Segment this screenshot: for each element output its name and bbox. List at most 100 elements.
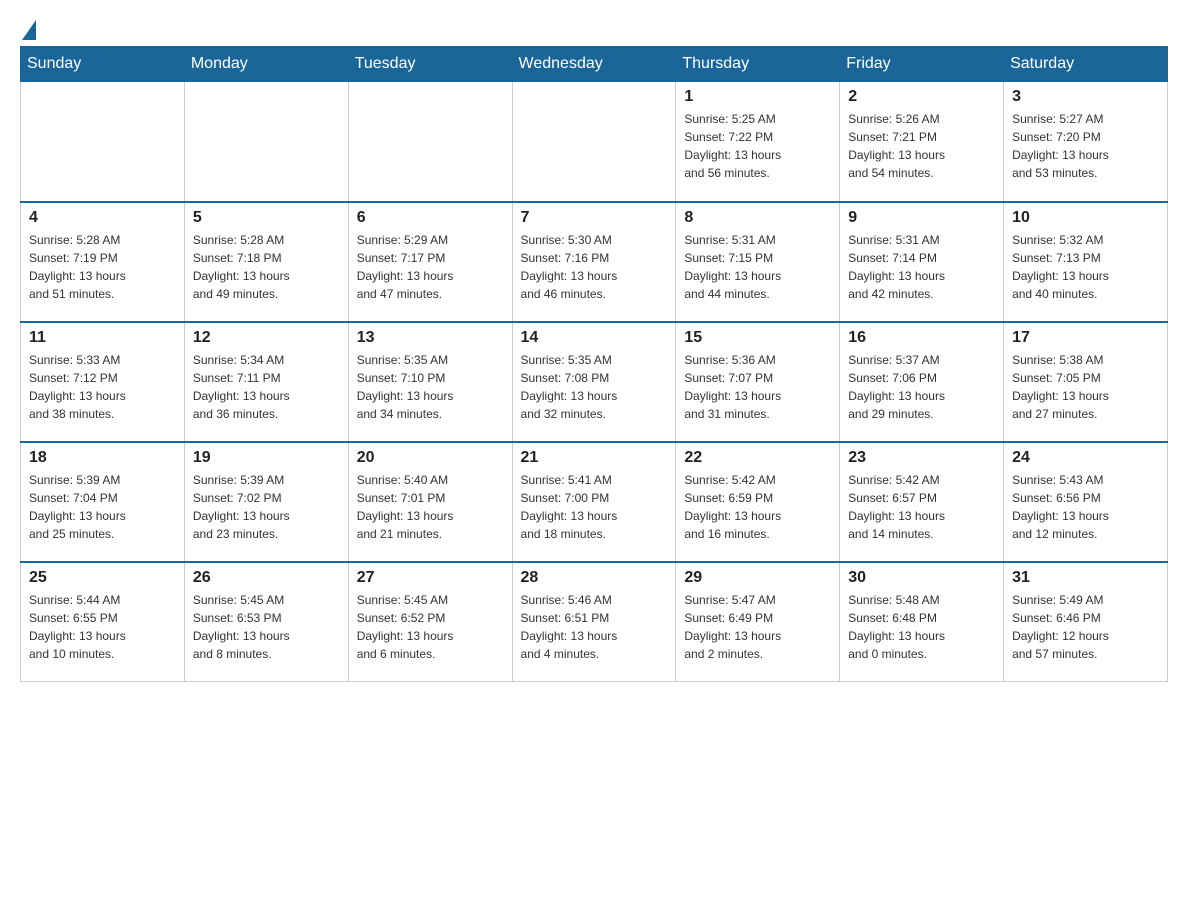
calendar-cell: 16 Sunrise: 5:37 AMSunset: 7:06 PMDayligh…	[840, 322, 1004, 442]
calendar-cell: 10 Sunrise: 5:32 AMSunset: 7:13 PMDayligh…	[1004, 202, 1168, 322]
calendar-cell	[184, 82, 348, 202]
calendar-cell: 14 Sunrise: 5:35 AMSunset: 7:08 PMDayligh…	[512, 322, 676, 442]
day-info: Sunrise: 5:45 AMSunset: 6:53 PMDaylight:…	[193, 591, 340, 663]
header-saturday: Saturday	[1004, 47, 1168, 82]
day-number: 26	[193, 569, 340, 587]
header-thursday: Thursday	[676, 47, 840, 82]
day-info: Sunrise: 5:33 AMSunset: 7:12 PMDaylight:…	[29, 351, 176, 423]
calendar-cell: 1 Sunrise: 5:25 AMSunset: 7:22 PMDaylight…	[676, 82, 840, 202]
day-info: Sunrise: 5:39 AMSunset: 7:04 PMDaylight:…	[29, 471, 176, 543]
day-number: 8	[684, 209, 831, 227]
day-number: 12	[193, 329, 340, 347]
calendar-cell	[21, 82, 185, 202]
calendar-cell: 27Sunrise: 5:45 AMSunset: 6:52 PMDayligh…	[348, 562, 512, 682]
day-info: Sunrise: 5:43 AMSunset: 6:56 PMDaylight:…	[1012, 471, 1159, 543]
day-number: 13	[357, 329, 504, 347]
day-number: 17	[1012, 329, 1159, 347]
calendar-cell: 25 Sunrise: 5:44 AMSunset: 6:55 PMDayligh…	[21, 562, 185, 682]
calendar-cell: 15Sunrise: 5:36 AMSunset: 7:07 PMDayligh…	[676, 322, 840, 442]
day-number: 31	[1012, 569, 1159, 587]
logo-triangle-icon	[22, 20, 36, 40]
calendar-cell: 20 Sunrise: 5:40 AMSunset: 7:01 PMDayligh…	[348, 442, 512, 562]
calendar-cell: 18 Sunrise: 5:39 AMSunset: 7:04 PMDayligh…	[21, 442, 185, 562]
day-info: Sunrise: 5:39 AMSunset: 7:02 PMDaylight:…	[193, 471, 340, 543]
calendar-cell: 29 Sunrise: 5:47 AMSunset: 6:49 PMDayligh…	[676, 562, 840, 682]
day-number: 6	[357, 209, 504, 227]
header-wednesday: Wednesday	[512, 47, 676, 82]
day-info: Sunrise: 5:25 AMSunset: 7:22 PMDaylight:…	[684, 110, 831, 182]
calendar-cell: 31 Sunrise: 5:49 AMSunset: 6:46 PMDayligh…	[1004, 562, 1168, 682]
day-number: 29	[684, 569, 831, 587]
calendar-week-row: 25 Sunrise: 5:44 AMSunset: 6:55 PMDayligh…	[21, 562, 1168, 682]
calendar-cell: 13Sunrise: 5:35 AMSunset: 7:10 PMDayligh…	[348, 322, 512, 442]
day-info: Sunrise: 5:38 AMSunset: 7:05 PMDaylight:…	[1012, 351, 1159, 423]
calendar-cell: 26 Sunrise: 5:45 AMSunset: 6:53 PMDayligh…	[184, 562, 348, 682]
day-number: 27	[357, 569, 504, 587]
day-number: 16	[848, 329, 995, 347]
day-info: Sunrise: 5:44 AMSunset: 6:55 PMDaylight:…	[29, 591, 176, 663]
day-info: Sunrise: 5:49 AMSunset: 6:46 PMDaylight:…	[1012, 591, 1159, 663]
day-number: 10	[1012, 209, 1159, 227]
day-number: 11	[29, 329, 176, 347]
day-info: Sunrise: 5:35 AMSunset: 7:08 PMDaylight:…	[521, 351, 668, 423]
day-info: Sunrise: 5:37 AMSunset: 7:06 PMDaylight:…	[848, 351, 995, 423]
day-info: Sunrise: 5:36 AMSunset: 7:07 PMDaylight:…	[684, 351, 831, 423]
calendar-cell: 22Sunrise: 5:42 AMSunset: 6:59 PMDayligh…	[676, 442, 840, 562]
day-info: Sunrise: 5:40 AMSunset: 7:01 PMDaylight:…	[357, 471, 504, 543]
day-info: Sunrise: 5:41 AMSunset: 7:00 PMDaylight:…	[521, 471, 668, 543]
day-number: 25	[29, 569, 176, 587]
calendar-cell: 19 Sunrise: 5:39 AMSunset: 7:02 PMDayligh…	[184, 442, 348, 562]
calendar-cell: 28 Sunrise: 5:46 AMSunset: 6:51 PMDayligh…	[512, 562, 676, 682]
header-tuesday: Tuesday	[348, 47, 512, 82]
day-info: Sunrise: 5:31 AMSunset: 7:14 PMDaylight:…	[848, 231, 995, 303]
day-number: 5	[193, 209, 340, 227]
day-info: Sunrise: 5:42 AMSunset: 6:57 PMDaylight:…	[848, 471, 995, 543]
day-number: 24	[1012, 449, 1159, 467]
day-info: Sunrise: 5:48 AMSunset: 6:48 PMDaylight:…	[848, 591, 995, 663]
calendar-week-row: 11 Sunrise: 5:33 AMSunset: 7:12 PMDayligh…	[21, 322, 1168, 442]
day-number: 4	[29, 209, 176, 227]
day-number: 19	[193, 449, 340, 467]
header-friday: Friday	[840, 47, 1004, 82]
calendar-cell: 3Sunrise: 5:27 AMSunset: 7:20 PMDaylight…	[1004, 82, 1168, 202]
calendar-cell: 17 Sunrise: 5:38 AMSunset: 7:05 PMDayligh…	[1004, 322, 1168, 442]
calendar-header-row: SundayMondayTuesdayWednesdayThursdayFrid…	[21, 47, 1168, 82]
day-info: Sunrise: 5:31 AMSunset: 7:15 PMDaylight:…	[684, 231, 831, 303]
calendar-cell: 8 Sunrise: 5:31 AMSunset: 7:15 PMDaylight…	[676, 202, 840, 322]
day-info: Sunrise: 5:34 AMSunset: 7:11 PMDaylight:…	[193, 351, 340, 423]
day-number: 2	[848, 88, 995, 106]
day-number: 7	[521, 209, 668, 227]
day-number: 22	[684, 449, 831, 467]
calendar-cell: 12 Sunrise: 5:34 AMSunset: 7:11 PMDayligh…	[184, 322, 348, 442]
calendar-cell: 2 Sunrise: 5:26 AMSunset: 7:21 PMDaylight…	[840, 82, 1004, 202]
calendar-cell: 5Sunrise: 5:28 AMSunset: 7:18 PMDaylight…	[184, 202, 348, 322]
calendar-week-row: 18 Sunrise: 5:39 AMSunset: 7:04 PMDayligh…	[21, 442, 1168, 562]
day-number: 18	[29, 449, 176, 467]
day-info: Sunrise: 5:32 AMSunset: 7:13 PMDaylight:…	[1012, 231, 1159, 303]
logo	[20, 20, 38, 36]
day-number: 1	[684, 88, 831, 106]
day-info: Sunrise: 5:26 AMSunset: 7:21 PMDaylight:…	[848, 110, 995, 182]
day-info: Sunrise: 5:47 AMSunset: 6:49 PMDaylight:…	[684, 591, 831, 663]
day-number: 3	[1012, 88, 1159, 106]
calendar-cell: 9Sunrise: 5:31 AMSunset: 7:14 PMDaylight…	[840, 202, 1004, 322]
day-number: 20	[357, 449, 504, 467]
calendar-week-row: 4 Sunrise: 5:28 AMSunset: 7:19 PMDaylight…	[21, 202, 1168, 322]
calendar-cell: 7 Sunrise: 5:30 AMSunset: 7:16 PMDaylight…	[512, 202, 676, 322]
day-info: Sunrise: 5:46 AMSunset: 6:51 PMDaylight:…	[521, 591, 668, 663]
day-info: Sunrise: 5:29 AMSunset: 7:17 PMDaylight:…	[357, 231, 504, 303]
calendar-cell: 23 Sunrise: 5:42 AMSunset: 6:57 PMDayligh…	[840, 442, 1004, 562]
day-number: 23	[848, 449, 995, 467]
calendar-cell: 24 Sunrise: 5:43 AMSunset: 6:56 PMDayligh…	[1004, 442, 1168, 562]
logo-text	[20, 20, 38, 40]
calendar-cell: 6 Sunrise: 5:29 AMSunset: 7:17 PMDaylight…	[348, 202, 512, 322]
day-info: Sunrise: 5:30 AMSunset: 7:16 PMDaylight:…	[521, 231, 668, 303]
calendar-cell	[512, 82, 676, 202]
day-number: 30	[848, 569, 995, 587]
page-header	[20, 20, 1168, 36]
day-number: 14	[521, 329, 668, 347]
day-number: 28	[521, 569, 668, 587]
calendar-cell: 21 Sunrise: 5:41 AMSunset: 7:00 PMDayligh…	[512, 442, 676, 562]
day-info: Sunrise: 5:28 AMSunset: 7:19 PMDaylight:…	[29, 231, 176, 303]
day-number: 21	[521, 449, 668, 467]
